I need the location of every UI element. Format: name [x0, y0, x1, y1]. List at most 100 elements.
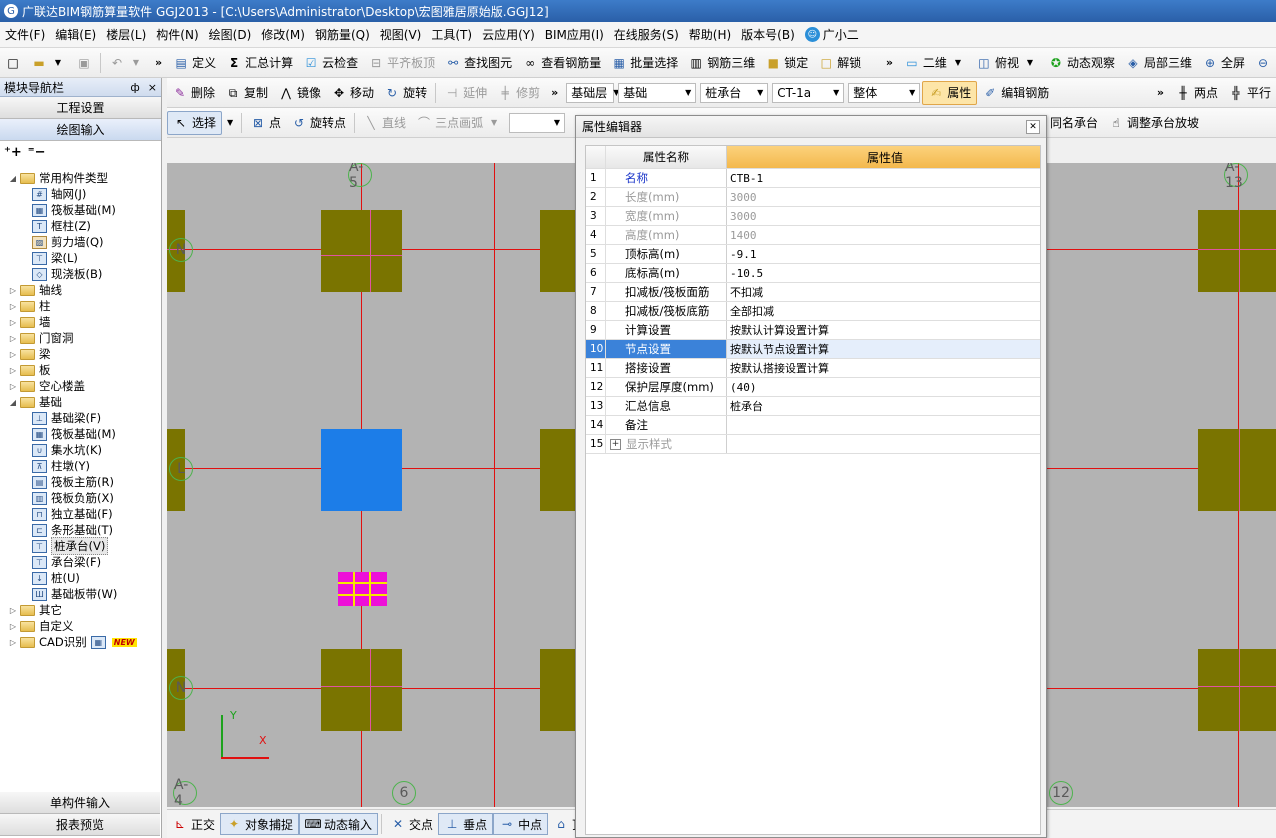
expand-icon[interactable]: ▷ — [8, 318, 18, 327]
pile-group[interactable] — [338, 572, 387, 606]
pile-cap[interactable] — [540, 649, 576, 731]
project-settings-button[interactable]: 工程设置 — [0, 97, 161, 119]
menu-floor[interactable]: 楼层(L) — [101, 26, 151, 43]
tree-item-isolated-footing[interactable]: ⊓ 独立基础(F) — [0, 506, 160, 522]
zoom-out-button[interactable]: ⊖ — [1250, 51, 1276, 75]
rebar-3d-button[interactable]: ▥ 钢筋三维 — [683, 51, 760, 75]
ortho-toggle[interactable]: ⊾ 正交 — [167, 813, 220, 835]
intersection-snap[interactable]: ✕ 交点 — [385, 813, 438, 835]
floor-select[interactable]: 基础层 ▼ — [566, 82, 619, 103]
expand-icon[interactable]: ▷ — [8, 638, 18, 647]
menu-file[interactable]: 文件(F) — [0, 26, 50, 43]
tree-item-sump-pit[interactable]: ∪ 集水坑(K) — [0, 442, 160, 458]
properties-button[interactable]: ✍ 属性 — [922, 80, 978, 105]
select-button[interactable]: ↖ 选择 — [167, 110, 223, 135]
row-value[interactable]: 全部扣减 — [727, 302, 1040, 320]
tree-group-wall[interactable]: ▷ 墙 — [0, 314, 160, 330]
row-value[interactable]: (40) — [727, 378, 1040, 396]
report-preview-button[interactable]: 报表预览 — [0, 814, 160, 836]
table-row[interactable]: 8 扣减板/筏板底筋 全部扣减 — [586, 302, 1040, 321]
tree-group-axis[interactable]: ▷ 轴线 — [0, 282, 160, 298]
expand-icon[interactable]: ▷ — [8, 350, 18, 359]
copy-button[interactable]: ⧉ 复制 — [220, 81, 273, 105]
rotate-button[interactable]: ↻ 旋转 — [379, 81, 432, 105]
unlock-button[interactable]: □ 解锁 — [813, 51, 866, 75]
tree-group-common[interactable]: ◢ 常用构件类型 — [0, 170, 160, 186]
move-button[interactable]: ✥ 移动 — [326, 81, 379, 105]
tree-group-slab[interactable]: ▷ 板 — [0, 362, 160, 378]
menu-cloud[interactable]: 云应用(Y) — [477, 26, 540, 43]
top-view-button[interactable]: ◫ 俯视 ▼ — [971, 51, 1043, 75]
close-button[interactable]: ✕ — [1026, 119, 1040, 134]
same-name-cap-button[interactable]: 同名承台 — [1045, 111, 1103, 135]
row-value[interactable]: 桩承台 — [727, 397, 1040, 415]
expand-icon[interactable]: ▷ — [8, 334, 18, 343]
component-select[interactable]: CT-1a ▼ — [772, 82, 845, 103]
menu-version[interactable]: 版本号(B) — [736, 26, 800, 43]
table-row[interactable]: 1 名称 CTB-1 — [586, 169, 1040, 188]
collapse-all-icon[interactable]: ⁼− — [28, 145, 46, 160]
single-input-button[interactable]: 单构件输入 — [0, 792, 160, 814]
tree-item-frame-column[interactable]: T 框柱(Z) — [0, 218, 160, 234]
perpendicular-snap[interactable]: ⊥ 垂点 — [438, 813, 494, 835]
expand-icon[interactable]: ▷ — [8, 622, 18, 631]
table-row[interactable]: 5 顶标高(m) -9.1 — [586, 245, 1040, 264]
expand-all-icon[interactable]: ⁺+ — [4, 145, 22, 160]
edit-rebar-button[interactable]: ✐ 编辑钢筋 — [977, 81, 1054, 105]
tree-group-foundation[interactable]: ◢ 基础 — [0, 394, 160, 410]
menu-help[interactable]: 帮助(H) — [684, 26, 736, 43]
expand-plus-icon[interactable]: + — [610, 438, 621, 450]
menu-online[interactable]: 在线服务(S) — [609, 26, 684, 43]
pile-cap[interactable] — [1198, 649, 1276, 731]
tree-item-column-pier[interactable]: ⊼ 柱墩(Y) — [0, 458, 160, 474]
parallel-button[interactable]: ╬ 平行 — [1223, 81, 1276, 105]
tree-group-cad[interactable]: ▷ CAD识别 ▦ NEW — [0, 634, 160, 650]
menu-edit[interactable]: 编辑(E) — [50, 26, 101, 43]
table-row-selected[interactable]: 10 节点设置 按默认节点设置计算 — [586, 340, 1040, 359]
trim-button[interactable]: ╪ 修剪 — [492, 81, 545, 105]
chevron-down-icon[interactable]: ▼ — [222, 115, 238, 131]
table-row[interactable]: 11 搭接设置 按默认搭接设置计算 — [586, 359, 1040, 378]
pile-cap[interactable] — [540, 210, 576, 292]
table-row[interactable]: 15 + 显示样式 — [586, 435, 1040, 454]
tree-group-beam[interactable]: ▷ 梁 — [0, 346, 160, 362]
row-value[interactable]: -9.1 — [727, 245, 1040, 263]
toolbar-overflow-icon[interactable]: » — [880, 56, 899, 69]
dynamic-view-button[interactable]: ✪ 动态观察 — [1043, 51, 1120, 75]
row-value[interactable] — [727, 435, 1040, 453]
toolbar-overflow-icon[interactable]: » — [149, 56, 168, 69]
local-3d-button[interactable]: ◈ 局部三维 — [1120, 51, 1197, 75]
expand-icon[interactable]: ▷ — [8, 286, 18, 295]
collapse-icon[interactable]: ◢ — [8, 174, 18, 183]
table-row[interactable]: 2 长度(mm) 3000 — [586, 188, 1040, 207]
menu-bim[interactable]: BIM应用(I) — [540, 26, 609, 43]
toolbar-overflow-icon[interactable]: » — [1151, 86, 1170, 99]
expand-icon[interactable]: ▷ — [8, 366, 18, 375]
category-select[interactable]: 基础 ▼ — [618, 82, 697, 103]
table-row[interactable]: 3 宽度(mm) 3000 — [586, 207, 1040, 226]
menu-modify[interactable]: 修改(M) — [256, 26, 310, 43]
tree-item-shear-wall[interactable]: ▨ 剪力墙(Q) — [0, 234, 160, 250]
undo-button[interactable]: ↶ ▼ — [104, 51, 149, 75]
flat-top-button[interactable]: ⊟ 平齐板顶 — [363, 51, 440, 75]
scope-select[interactable]: 整体 ▼ — [848, 82, 921, 103]
type-select[interactable]: 桩承台 ▼ — [700, 82, 769, 103]
tree-item-raft-neg-rebar[interactable]: ▥ 筏板负筋(X) — [0, 490, 160, 506]
tree-item-strip-footing[interactable]: ⊏ 条形基础(T) — [0, 522, 160, 538]
dialog-title-bar[interactable]: 属性编辑器 ✕ — [576, 116, 1046, 138]
close-icon[interactable]: × — [148, 81, 157, 94]
menu-component[interactable]: 构件(N) — [151, 26, 203, 43]
arc-button[interactable]: ⌒ 三点画弧 ▼ — [411, 111, 507, 135]
two-points-button[interactable]: ╫ 两点 — [1170, 81, 1223, 105]
tree-item-slab[interactable]: ◇ 现浇板(B) — [0, 266, 160, 282]
pile-cap[interactable] — [540, 429, 576, 511]
cloud-check-button[interactable]: ☑ 云检查 — [298, 51, 363, 75]
tree-group-column[interactable]: ▷ 柱 — [0, 298, 160, 314]
pin-icon[interactable]: ф — [130, 81, 139, 94]
fullscreen-button[interactable]: ⊕ 全屏 — [1197, 51, 1250, 75]
row-value[interactable]: 按默认节点设置计算 — [727, 340, 1040, 358]
tree-item-cap-beam[interactable]: ⊤ 承台梁(F) — [0, 554, 160, 570]
open-button[interactable]: ▬ ▼ — [26, 51, 71, 75]
row-value[interactable]: -10.5 — [727, 264, 1040, 282]
pile-cap[interactable] — [321, 649, 402, 731]
